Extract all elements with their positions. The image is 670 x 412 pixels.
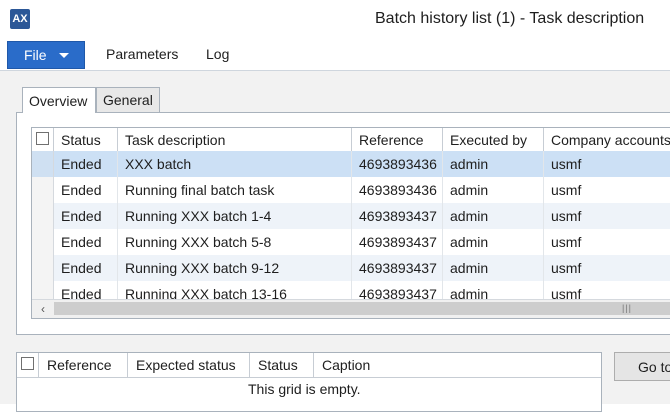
cell-task-description: Running XXX batch 1-4 xyxy=(118,203,352,229)
cell-reference: 4693893437 xyxy=(352,203,443,229)
cell-executed-by: admin xyxy=(443,229,544,255)
table-row[interactable]: Ended XXX batch 4693893436 admin usmf xyxy=(32,151,670,177)
tab-general-label: General xyxy=(103,92,153,108)
grid-header: Status Task description Reference Execut… xyxy=(32,128,670,152)
row-selector[interactable] xyxy=(32,229,54,255)
file-menu-button[interactable]: File xyxy=(7,41,85,69)
cell-company-accounts: usmf xyxy=(544,229,670,255)
column-header-caption[interactable]: Caption xyxy=(314,353,454,377)
empty-grid-message: This grid is empty. xyxy=(248,381,361,397)
table-row[interactable]: Ended Running XXX batch 1-4 4693893437 a… xyxy=(32,203,670,229)
column-header-status[interactable]: Status xyxy=(54,128,118,151)
cell-company-accounts: usmf xyxy=(544,177,670,203)
column-header-reference[interactable]: Reference xyxy=(39,353,128,377)
cell-reference: 4693893436 xyxy=(352,151,443,177)
row-selector[interactable] xyxy=(32,203,54,229)
cell-company-accounts: usmf xyxy=(544,255,670,281)
menu-bar: File Parameters Log xyxy=(0,40,670,71)
table-row[interactable]: Ended Running XXX batch 9-12 4693893437 … xyxy=(32,255,670,281)
go-to-label: Go to xyxy=(638,358,670,375)
cell-company-accounts: usmf xyxy=(544,203,670,229)
tasks-grid[interactable]: Reference Expected status Status Caption… xyxy=(16,352,602,412)
go-to-button[interactable]: Go to xyxy=(614,352,670,381)
cell-executed-by: admin xyxy=(443,255,544,281)
batch-history-grid[interactable]: Status Task description Reference Execut… xyxy=(31,127,670,319)
row-selector[interactable] xyxy=(32,151,54,177)
table-row[interactable]: Ended Running XXX batch 5-8 4693893437 a… xyxy=(32,229,670,255)
cell-executed-by: admin xyxy=(443,177,544,203)
horizontal-scrollbar[interactable]: ‹ ||| xyxy=(32,299,670,318)
cell-executed-by: admin xyxy=(443,203,544,229)
cell-status: Ended xyxy=(54,151,118,177)
cell-executed-by: admin xyxy=(443,151,544,177)
cell-task-description: Running XXX batch 5-8 xyxy=(118,229,352,255)
log-menu-item[interactable]: Log xyxy=(206,46,229,62)
row-selector[interactable] xyxy=(32,177,54,203)
cell-company-accounts: usmf xyxy=(544,151,670,177)
scrollbar-thumb[interactable]: ||| xyxy=(54,302,670,315)
select-all-cell xyxy=(17,353,39,377)
cell-task-description: XXX batch xyxy=(118,151,352,177)
tab-general[interactable]: General xyxy=(96,87,160,113)
cell-task-description: Running final batch task xyxy=(118,177,352,203)
cell-status: Ended xyxy=(54,177,118,203)
select-all-cell xyxy=(32,128,54,151)
column-header-reference[interactable]: Reference xyxy=(352,128,443,151)
column-header-executed-by[interactable]: Executed by xyxy=(443,128,544,151)
parameters-menu-item[interactable]: Parameters xyxy=(106,46,178,62)
column-header-expected-status[interactable]: Expected status xyxy=(128,353,250,377)
select-all-checkbox[interactable] xyxy=(21,357,34,370)
window-title: Batch history list (1) - Task descriptio… xyxy=(375,10,645,27)
column-header-status[interactable]: Status xyxy=(250,353,314,377)
cell-status: Ended xyxy=(54,255,118,281)
tab-overview-label: Overview xyxy=(29,92,88,109)
column-header-task-description[interactable]: Task description xyxy=(118,128,352,151)
cell-reference: 4693893437 xyxy=(352,255,443,281)
tasks-grid-header: Reference Expected status Status Caption xyxy=(17,353,601,378)
column-header-company-accounts[interactable]: Company accounts xyxy=(544,128,670,151)
cell-task-description: Running XXX batch 9-12 xyxy=(118,255,352,281)
chevron-left-icon[interactable]: ‹ xyxy=(36,302,50,316)
tab-overview[interactable]: Overview xyxy=(22,87,96,113)
cell-status: Ended xyxy=(54,203,118,229)
table-row[interactable]: Ended Running final batch task 469389343… xyxy=(32,177,670,203)
cell-status: Ended xyxy=(54,229,118,255)
cell-reference: 4693893437 xyxy=(352,229,443,255)
title-bar: AX Batch history list (1) - Task descrip… xyxy=(0,0,670,40)
chevron-down-icon xyxy=(58,52,69,58)
row-selector[interactable] xyxy=(32,255,54,281)
cell-reference: 4693893436 xyxy=(352,177,443,203)
grip-icon: ||| xyxy=(622,303,633,313)
app-icon[interactable]: AX xyxy=(10,9,30,29)
file-menu-label: File xyxy=(24,47,47,63)
select-all-checkbox[interactable] xyxy=(36,132,49,145)
